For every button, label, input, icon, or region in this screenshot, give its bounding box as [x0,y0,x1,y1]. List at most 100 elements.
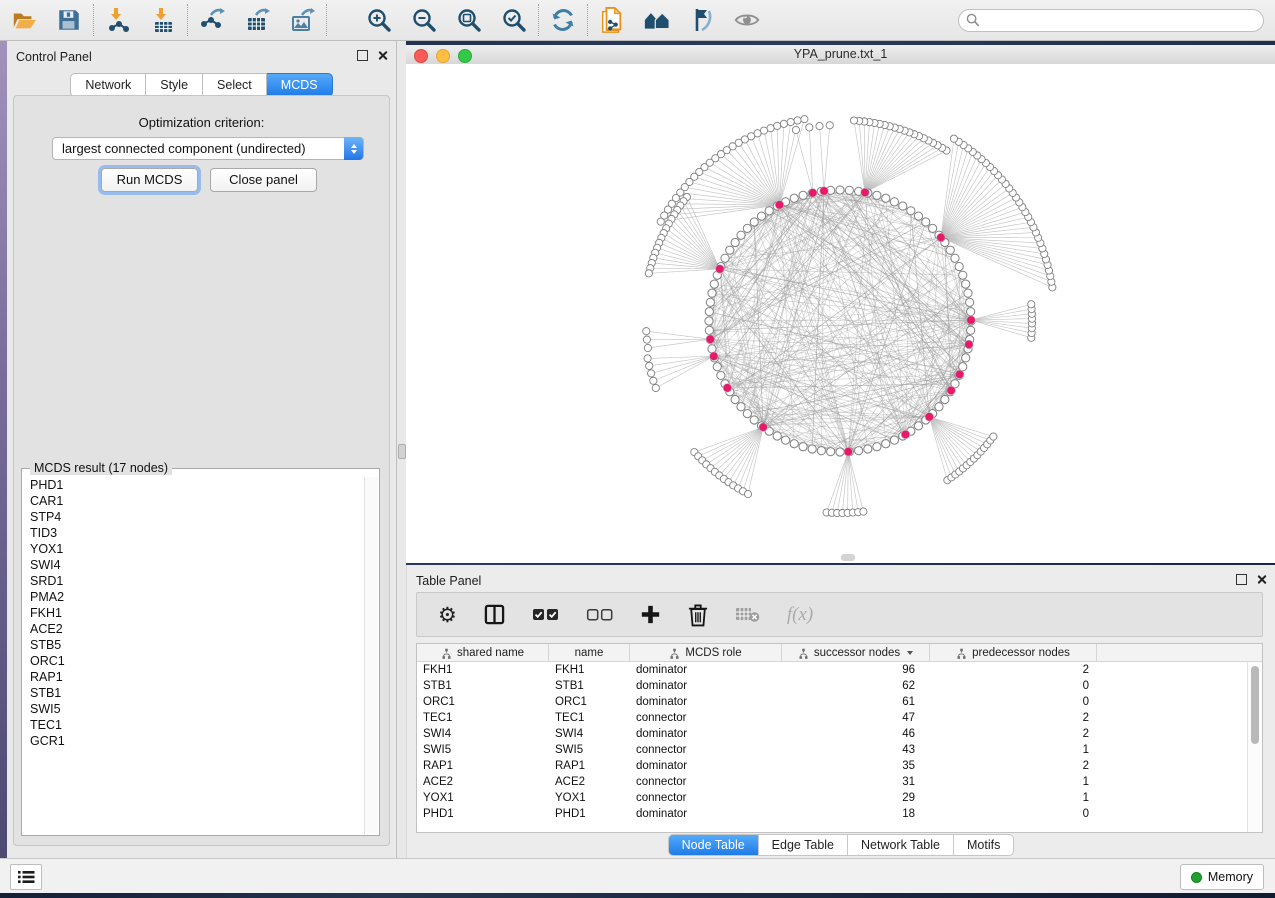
close-panel-icon[interactable] [377,50,388,61]
show-columns-icon[interactable] [484,602,505,628]
mcds-result-item[interactable]: CAR1 [23,493,365,509]
window-close-icon[interactable] [414,49,428,63]
zoom-fit-icon[interactable] [455,6,483,34]
export-image-icon[interactable] [288,6,316,34]
table-scrollbar[interactable] [1247,662,1262,832]
import-network-icon[interactable] [104,6,132,34]
save-session-icon[interactable] [55,6,83,34]
table-row[interactable]: SWI4SWI4dominator462 [417,726,1262,742]
search-input[interactable] [958,9,1264,32]
zoom-out-icon[interactable] [410,6,438,34]
network-graph[interactable] [406,64,1275,563]
tab-network[interactable]: Network [70,73,146,97]
mcds-result-item[interactable]: SWI5 [23,701,365,717]
export-table-icon[interactable] [243,6,271,34]
control-panel-title: Control Panel [16,50,92,64]
share-network-document-icon[interactable] [598,6,626,34]
main-toolbar [0,0,1275,41]
deselect-all-icon[interactable] [586,602,613,628]
function-builder-icon[interactable]: f(x) [787,602,813,628]
mcds-result-item[interactable]: PHD1 [23,477,365,493]
tab-node-table[interactable]: Node Table [669,835,758,855]
mcds-result-item[interactable]: TEC1 [23,717,365,733]
hide-flags-icon[interactable] [688,6,716,34]
table-row[interactable]: PHD1PHD1dominator180 [417,806,1262,822]
mcds-result-box: MCDS result (17 nodes) PHD1CAR1STP4TID3Y… [21,468,380,836]
table-row[interactable]: STB1STB1dominator620 [417,678,1262,694]
column-header-predecessor-nodes[interactable]: predecessor nodes [930,644,1097,662]
delete-table-icon[interactable] [735,602,760,628]
mcds-result-item[interactable]: ORC1 [23,653,365,669]
table-row[interactable]: ORC1ORC1dominator610 [417,694,1262,710]
zoom-selected-icon[interactable] [500,6,528,34]
column-header-name[interactable]: name [549,644,630,662]
select-all-icon[interactable] [532,602,559,628]
mcds-result-item[interactable]: ACE2 [23,621,365,637]
mcds-result-item[interactable]: FKH1 [23,605,365,621]
toolbar-separator [326,4,327,36]
network-overview-icon[interactable] [643,6,671,34]
mcds-result-item[interactable]: RAP1 [23,669,365,685]
table-tabs: Node TableEdge TableNetwork TableMotifs [407,834,1275,856]
canvas-scrollbar-thumb[interactable] [841,554,855,561]
column-header-successor-nodes[interactable]: successor nodes [782,644,930,662]
mcds-result-item[interactable]: GCR1 [23,733,365,749]
column-header-MCDS-role[interactable]: MCDS role [630,644,782,662]
mcds-result-item[interactable]: PMA2 [23,589,365,605]
mcds-result-item[interactable]: SRD1 [23,573,365,589]
tab-mcds[interactable]: MCDS [267,73,333,97]
memory-button[interactable]: Memory [1180,864,1264,890]
mcds-result-scrollbar[interactable] [364,477,378,834]
tab-network-table[interactable]: Network Table [847,835,953,855]
mcds-result-item[interactable]: STP4 [23,509,365,525]
column-label: predecessor nodes [972,647,1070,659]
show-details-eye-icon[interactable] [733,6,761,34]
network-window-titlebar[interactable]: YPA_prune.txt_1 [406,45,1275,65]
table-cell: 2 [930,710,1097,726]
splitter-handle[interactable] [398,444,406,459]
refresh-icon[interactable] [549,6,577,34]
control-panel: Control Panel NetworkStyleSelectMCDS Opt… [7,41,397,858]
table-row[interactable]: SWI5SWI5connector431 [417,742,1262,758]
export-network-icon[interactable] [198,6,226,34]
run-mcds-button[interactable]: Run MCDS [101,168,198,192]
table-settings-icon[interactable]: ⚙ [438,602,457,628]
panel-splitter[interactable] [397,41,406,858]
mcds-panel: Optimization criterion: largest connecte… [13,95,390,846]
float-panel-icon[interactable] [357,50,368,61]
window-minimize-icon[interactable] [436,49,450,63]
task-history-button[interactable] [10,864,42,890]
table-row[interactable]: FKH1FKH1dominator962 [417,662,1262,678]
mcds-result-item[interactable]: STB1 [23,685,365,701]
table-scrollbar-thumb[interactable] [1251,666,1259,744]
table-row[interactable]: ACE2ACE2connector311 [417,774,1262,790]
tab-style[interactable]: Style [146,73,203,97]
desktop-wallpaper-left [0,41,7,858]
table-row[interactable]: TEC1TEC1connector472 [417,710,1262,726]
tab-motifs[interactable]: Motifs [953,835,1013,855]
mcds-result-item[interactable]: TID3 [23,525,365,541]
float-table-panel-icon[interactable] [1236,574,1247,585]
mcds-result-item[interactable]: YOX1 [23,541,365,557]
column-header-shared-name[interactable]: shared name [417,644,549,662]
table-row[interactable]: YOX1YOX1connector291 [417,790,1262,806]
mcds-result-item[interactable]: SWI4 [23,557,365,573]
table-body: FKH1FKH1dominator962STB1STB1dominator620… [417,662,1262,822]
control-panel-tabs: NetworkStyleSelectMCDS [7,73,396,97]
close-table-panel-icon[interactable] [1256,574,1267,585]
table-cell: PHD1 [549,806,630,822]
window-zoom-icon[interactable] [458,49,472,63]
zoom-in-icon[interactable] [365,6,393,34]
open-session-icon[interactable] [10,6,38,34]
delete-rows-icon[interactable] [688,602,708,628]
criterion-select[interactable]: largest connected component (undirected) [52,137,364,160]
close-panel-button[interactable]: Close panel [210,168,317,192]
search-icon [966,13,980,27]
network-canvas[interactable] [406,64,1275,563]
add-row-icon[interactable] [640,602,661,628]
tab-select[interactable]: Select [203,73,267,97]
import-table-icon[interactable] [149,6,177,34]
table-row[interactable]: RAP1RAP1dominator352 [417,758,1262,774]
tab-edge-table[interactable]: Edge Table [758,835,847,855]
mcds-result-item[interactable]: STB5 [23,637,365,653]
